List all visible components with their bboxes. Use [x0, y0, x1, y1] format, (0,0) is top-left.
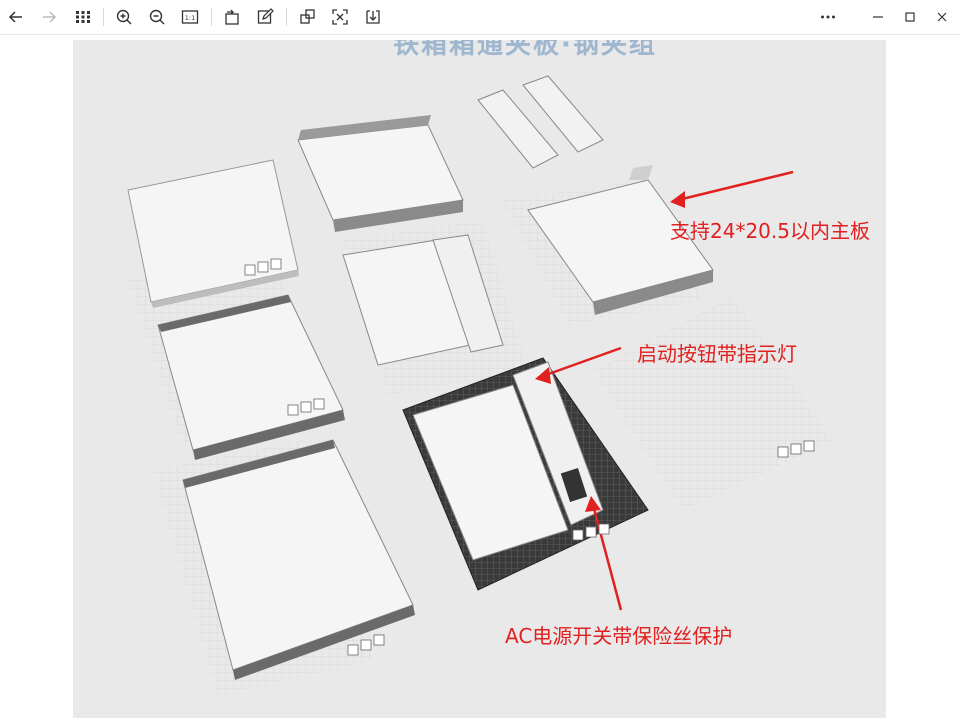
displayed-image: 铁箱箱通夹板·钢夹组 支持24*20.5以内主板 启动按钮带指示灯 AC电源开关…: [73, 40, 886, 718]
annotation-ac-switch: AC电源开关带保险丝保护: [505, 624, 733, 648]
sheet-metal-parts-render: [127, 75, 833, 695]
crop-button[interactable]: [294, 4, 320, 30]
edit-button[interactable]: [252, 4, 278, 30]
more-button[interactable]: [815, 4, 841, 30]
fit-screen-button[interactable]: [327, 4, 353, 30]
back-arrow-icon: [8, 11, 22, 23]
actual-size-button[interactable]: 1:1: [177, 4, 203, 30]
more-icon: [821, 15, 835, 19]
actual-size-label: 1:1: [185, 14, 195, 22]
download-icon: [366, 10, 380, 24]
annotation-power-button: 启动按钮带指示灯: [637, 342, 797, 366]
zoom-out-icon: [149, 9, 165, 25]
fit-screen-icon: [332, 9, 348, 25]
minimize-button[interactable]: [865, 4, 891, 30]
crop-icon: [300, 9, 315, 24]
forward-button[interactable]: [36, 4, 62, 30]
minimize-icon: [873, 16, 883, 18]
actual-size-icon: 1:1: [181, 10, 199, 24]
zoom-in-icon: [116, 9, 132, 25]
edit-icon: [257, 8, 274, 24]
zoom-in-button[interactable]: [111, 4, 137, 30]
back-button[interactable]: [3, 4, 29, 30]
close-icon: [937, 12, 947, 22]
maximize-button[interactable]: [897, 4, 923, 30]
viewer-toolbar: 1:1: [0, 0, 960, 35]
rail-brackets-part: [477, 75, 604, 169]
close-button[interactable]: [929, 4, 955, 30]
download-button[interactable]: [360, 4, 386, 30]
grid-view-button[interactable]: [70, 4, 96, 30]
rotate-icon: [225, 9, 239, 25]
build-plate-grid: [593, 295, 833, 510]
grid-view-icon: [76, 11, 90, 23]
annotation-mainboard: 支持24*20.5以内主板: [670, 219, 870, 243]
image-viewer: 铁箱箱通夹板·钢夹组 支持24*20.5以内主板 启动按钮带指示灯 AC电源开关…: [0, 35, 960, 720]
forward-arrow-icon: [43, 11, 57, 23]
maximize-icon: [905, 12, 915, 22]
rotate-button[interactable]: [219, 4, 245, 30]
zoom-out-button[interactable]: [144, 4, 170, 30]
slotted-tray-part: [297, 115, 464, 232]
